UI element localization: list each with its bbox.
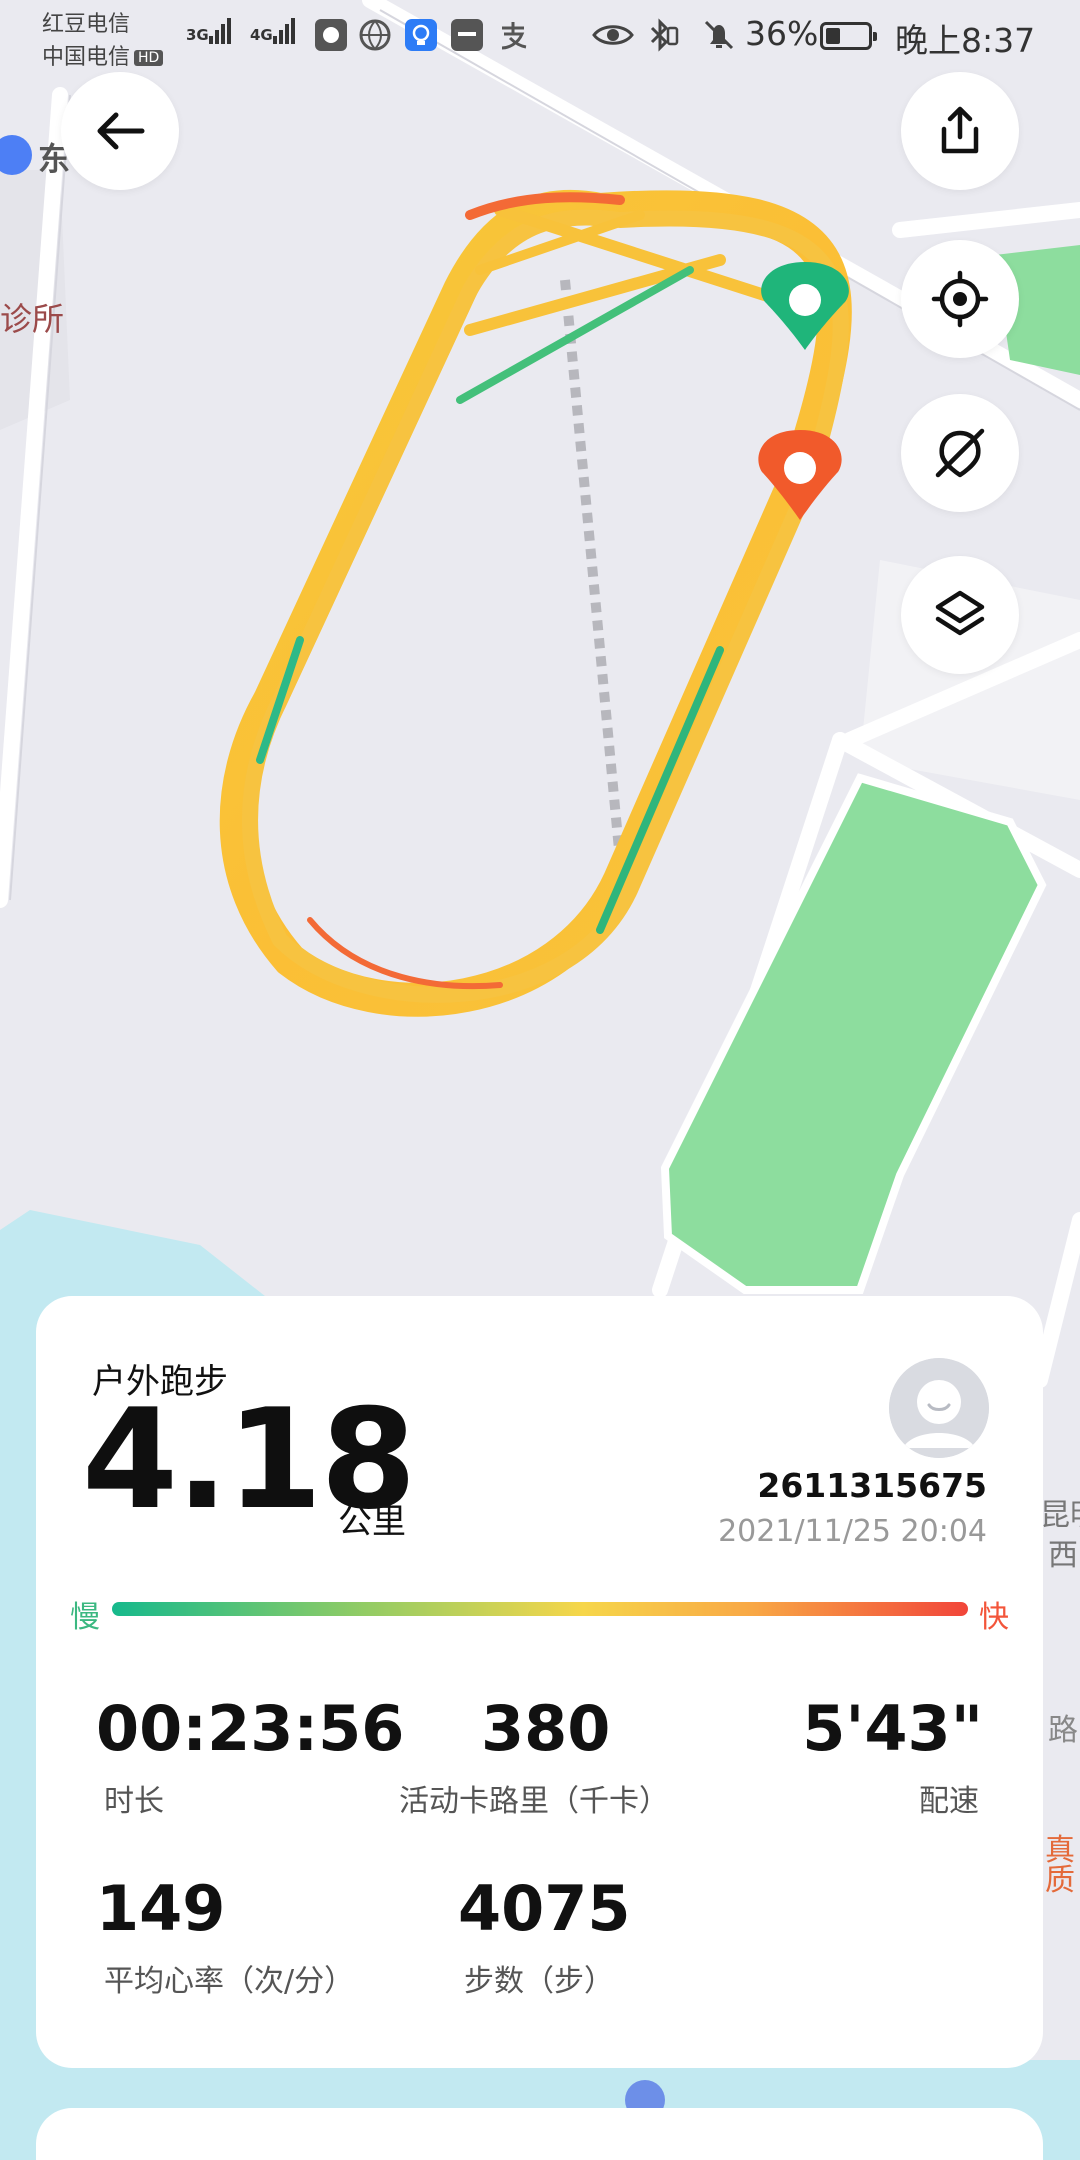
carrier-name: 红豆电信 [42, 12, 131, 37]
pace-gradient-bar [112, 1602, 968, 1616]
eye-icon [592, 25, 634, 45]
next-card [36, 2108, 1043, 2160]
map-label: 西 [1048, 1538, 1078, 1573]
huawei-icon [451, 19, 483, 51]
map-label: 昆明 [1040, 1498, 1080, 1533]
app-icon [315, 19, 347, 51]
workout-summary-card: 户外跑步 4.18 公里 2611315675 2021/11/25 20:04… [36, 1296, 1043, 2068]
pace-legend-fast: 快 [979, 1600, 1009, 1635]
stat-pace-value: 5'43" [802, 1692, 983, 1765]
alipay-icon [501, 22, 527, 50]
avatar[interactable] [889, 1358, 989, 1458]
back-button[interactable] [61, 72, 179, 190]
hide-route-icon [935, 428, 985, 478]
battery-percent: 36% [745, 14, 819, 53]
locate-icon [931, 270, 989, 328]
stat-steps-value: 4075 [458, 1872, 631, 1945]
back-arrow-icon [97, 112, 145, 150]
battery-icon [820, 22, 877, 50]
status-bar: 红豆电信 中国电信 HD 3G 4G 36% 晚上8:37 [0, 0, 1080, 75]
stat-calories-label: 活动卡路里（千卡） [399, 1784, 669, 1819]
stat-calories-value: 380 [481, 1692, 611, 1765]
layers-icon [935, 590, 985, 636]
hd-badge: HD [134, 50, 164, 66]
stat-pace-label: 配速 [919, 1784, 979, 1819]
signal-icon: 4G [250, 18, 297, 44]
screen: 东 诊所 昆明 西 路 真 质 红豆电信 中国电信HD 3G 4G 36% 晚上… [0, 0, 1080, 2160]
stat-heart-rate-value: 149 [96, 1872, 226, 1945]
user-id: 2611315675 [757, 1466, 987, 1505]
workout-datetime: 2021/11/25 20:04 [718, 1514, 987, 1549]
avatar-icon [889, 1358, 989, 1458]
stat-steps-label: 步数（步） [464, 1964, 614, 1999]
mute-icon [704, 20, 734, 50]
share-button[interactable] [901, 72, 1019, 190]
clock: 晚上8:37 [895, 21, 1036, 60]
battery-level [826, 28, 840, 44]
signal-icon: 3G [186, 18, 233, 44]
stat-heart-rate-label: 平均心率（次/分） [104, 1964, 355, 1999]
bulb-icon [405, 19, 437, 51]
layers-button[interactable] [901, 556, 1019, 674]
bluetooth-icon [650, 18, 679, 52]
map-label: 诊所 [0, 300, 64, 338]
map-label: 质 [1045, 1863, 1075, 1898]
share-icon [941, 106, 979, 154]
distance-unit: 公里 [338, 1502, 406, 1542]
stat-duration-value: 00:23:56 [96, 1692, 405, 1765]
pace-legend-slow: 慢 [70, 1600, 100, 1635]
stat-duration-label: 时长 [104, 1784, 164, 1819]
locate-button[interactable] [901, 240, 1019, 358]
carrier-name: 中国电信 HD [42, 39, 164, 71]
globe-icon [359, 19, 391, 51]
map-label: 路 [1048, 1713, 1078, 1748]
hide-route-button[interactable] [901, 394, 1019, 512]
